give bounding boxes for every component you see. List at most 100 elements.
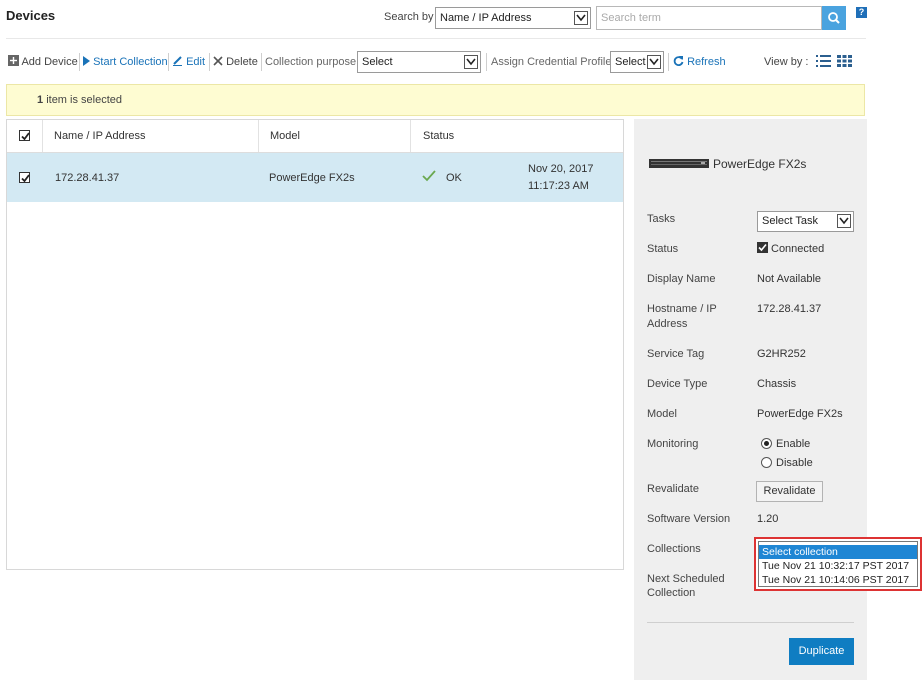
collections-option[interactable]: Tue Nov 21 10:32:17 PST 2017 xyxy=(759,559,917,573)
search-by-select[interactable]: Name / IP Address xyxy=(435,7,591,29)
delete-label: Delete xyxy=(226,56,258,68)
row-ip: 172.28.41.37 xyxy=(55,172,120,184)
table-header: Name / IP Address Model Status xyxy=(7,120,623,153)
server-chassis-icon xyxy=(649,159,709,171)
toolbar-separator xyxy=(79,53,80,71)
model-value: PowerEdge FX2s xyxy=(757,408,843,420)
device-details-panel: PowerEdge FX2s Tasks Select Task Status … xyxy=(634,119,867,680)
revalidate-label: Revalidate xyxy=(647,483,699,495)
hostname-value: 172.28.41.37 xyxy=(757,303,822,315)
next-scheduled-label-line1: Next Scheduled xyxy=(647,573,725,585)
assign-profile-label: Assign Credential Profile xyxy=(491,56,612,68)
device-type-label: Device Type xyxy=(647,378,708,390)
tasks-select[interactable]: Select Task xyxy=(757,211,854,232)
collection-purpose-select[interactable]: Select xyxy=(357,51,481,73)
play-icon xyxy=(83,56,90,66)
chevron-down-icon xyxy=(647,55,661,69)
monitoring-label: Monitoring xyxy=(647,438,699,450)
column-separator xyxy=(258,120,259,152)
collections-option[interactable]: Select collection xyxy=(759,545,917,559)
status-label: Status xyxy=(647,243,679,255)
monitoring-disable-radio[interactable] xyxy=(761,457,772,468)
refresh-label: Refresh xyxy=(687,56,726,68)
view-by-label: View by : xyxy=(764,56,809,68)
duplicate-button[interactable]: Duplicate xyxy=(789,638,854,665)
row-time: 11:17:23 AM xyxy=(528,180,589,192)
toolbar-separator xyxy=(209,53,210,71)
devices-table: Name / IP Address Model Status 172.28.41… xyxy=(6,119,624,570)
row-checkbox[interactable] xyxy=(19,172,30,183)
status-value: Connected xyxy=(771,243,825,255)
collections-listbox[interactable]: Select collection Tue Nov 21 10:32:17 PS… xyxy=(758,541,918,587)
start-collection-button[interactable]: Start Collection xyxy=(83,55,168,69)
service-tag-value: G2HR252 xyxy=(757,348,806,360)
column-separator xyxy=(410,120,411,152)
panel-divider xyxy=(647,622,854,623)
plus-box-icon xyxy=(8,55,19,66)
chevron-down-icon xyxy=(574,11,588,25)
refresh-icon xyxy=(673,56,684,66)
refresh-button[interactable]: Refresh xyxy=(673,55,726,69)
add-device-button[interactable]: Add Device xyxy=(8,55,78,69)
search-by-label: Search by xyxy=(384,11,434,23)
column-header-model[interactable]: Model xyxy=(270,130,300,142)
tasks-value: Select Task xyxy=(762,215,819,227)
checkmark-icon xyxy=(21,132,30,141)
selected-count: 1 xyxy=(37,94,44,106)
row-status: OK xyxy=(446,172,462,184)
revalidate-button[interactable]: Revalidate xyxy=(756,481,823,502)
collections-label: Collections xyxy=(647,543,701,555)
toolbar-separator xyxy=(668,53,669,71)
display-name-label: Display Name xyxy=(647,273,716,285)
monitoring-enable-label: Enable xyxy=(776,438,811,450)
tasks-label: Tasks xyxy=(647,213,676,225)
display-name-value: Not Available xyxy=(757,273,822,285)
model-label: Model xyxy=(647,408,677,420)
add-device-label: Add Device xyxy=(21,56,78,68)
page-title: Devices xyxy=(6,8,56,23)
row-date: Nov 20, 2017 xyxy=(528,163,594,175)
pencil-icon xyxy=(173,56,182,66)
toolbar-separator xyxy=(261,53,262,71)
selected-text: item is selected xyxy=(46,94,122,106)
row-model: PowerEdge FX2s xyxy=(269,172,355,184)
search-input[interactable]: Search term xyxy=(596,6,822,30)
checkmark-icon xyxy=(21,174,30,183)
software-version-value: 1.20 xyxy=(757,513,779,525)
delete-button[interactable]: Delete xyxy=(213,55,258,69)
edit-label: Edit xyxy=(186,56,206,68)
help-icon[interactable]: ? xyxy=(856,7,867,18)
hostname-label-line2: Address xyxy=(647,318,688,330)
monitoring-enable-radio[interactable] xyxy=(761,438,772,449)
collection-purpose-value: Select xyxy=(362,56,393,68)
software-version-label: Software Version xyxy=(647,513,731,525)
search-by-value: Name / IP Address xyxy=(440,12,532,24)
table-row[interactable]: 172.28.41.37 PowerEdge FX2s OK Nov 20, 2… xyxy=(7,153,623,202)
search-icon xyxy=(828,12,840,24)
select-all-checkbox[interactable] xyxy=(19,130,30,141)
hostname-label-line1: Hostname / IP xyxy=(647,303,717,315)
search-button[interactable] xyxy=(822,6,846,30)
grid-view-icon[interactable] xyxy=(837,55,852,70)
assign-profile-select[interactable]: Select xyxy=(610,51,664,73)
assign-profile-value: Select xyxy=(615,56,646,68)
header-divider xyxy=(6,38,866,39)
close-icon xyxy=(213,56,223,66)
column-header-name[interactable]: Name / IP Address xyxy=(54,130,146,142)
device-name: PowerEdge FX2s xyxy=(713,157,807,171)
selection-banner: 1 item is selected xyxy=(6,84,865,116)
service-tag-label: Service Tag xyxy=(647,348,705,360)
list-view-icon[interactable] xyxy=(816,55,831,70)
collections-highlight: Select collection Tue Nov 21 10:32:17 PS… xyxy=(754,537,922,591)
edit-button[interactable]: Edit xyxy=(172,55,205,69)
ok-check-icon xyxy=(422,170,436,185)
collections-option[interactable]: Tue Nov 21 10:14:06 PST 2017 xyxy=(759,573,917,587)
toolbar-separator xyxy=(486,53,487,71)
connected-check-icon xyxy=(757,242,768,253)
chevron-down-icon xyxy=(464,55,478,69)
toolbar-separator xyxy=(168,53,169,71)
next-scheduled-label-line2: Collection xyxy=(647,587,696,599)
monitoring-disable-label: Disable xyxy=(776,457,813,469)
column-header-status[interactable]: Status xyxy=(423,130,454,142)
collection-purpose-label: Collection purpose xyxy=(265,56,357,68)
